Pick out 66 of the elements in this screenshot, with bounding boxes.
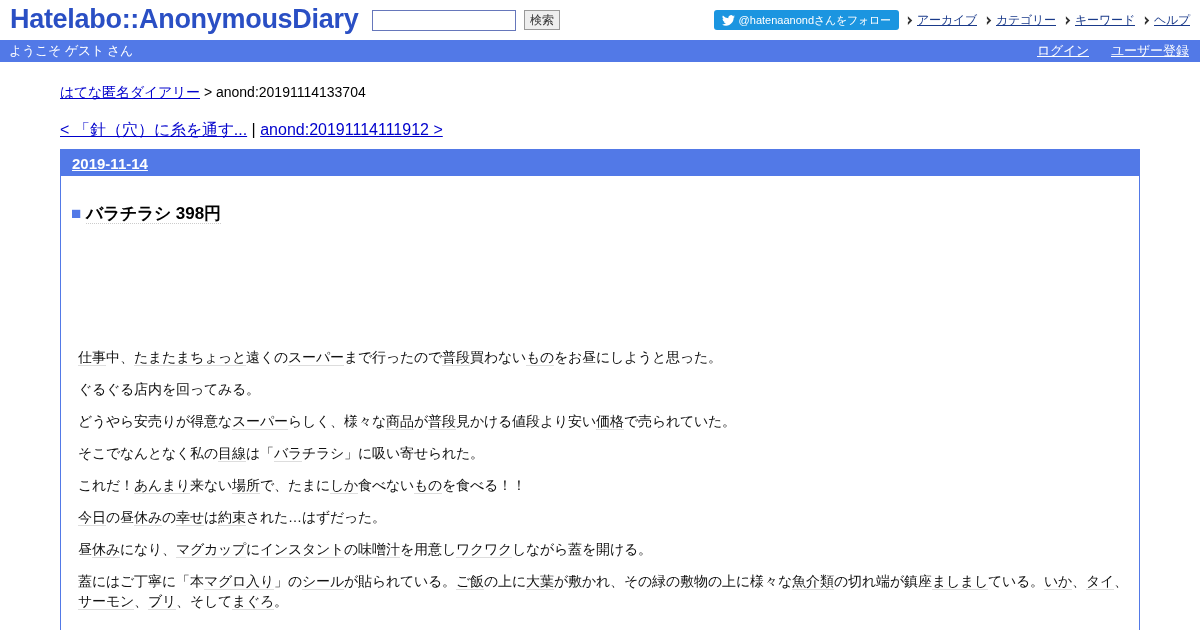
paragraph: どうやら安売りが得意なスーパー らしく、様々な商品が普段見かける値段より安い価格で売られていた。 bbox=[77, 412, 737, 431]
keyword-link[interactable]: 大葉 bbox=[526, 573, 554, 590]
nav-link[interactable]: ヘルプ bbox=[1154, 11, 1190, 29]
keyword-link[interactable]: 価格 bbox=[596, 413, 624, 430]
keyword-link[interactable]: サーモン bbox=[78, 593, 134, 610]
keyword-link[interactable]: ブリ bbox=[148, 593, 176, 610]
paragraph: これだ！あんまり来ない場所で、たまに しか食べない ものを食べる！！ bbox=[77, 476, 527, 495]
keyword-link[interactable]: しか bbox=[330, 477, 358, 494]
keyword-link[interactable]: 休み bbox=[134, 509, 162, 526]
user-link[interactable]: ログイン bbox=[1037, 42, 1089, 60]
arrow-icon bbox=[986, 15, 993, 25]
arrow-icon bbox=[1065, 15, 1072, 25]
keyword-link[interactable]: 魚介類 bbox=[792, 573, 834, 590]
keyword-link[interactable]: タイ bbox=[1086, 573, 1114, 590]
breadcrumb-link[interactable]: はてな匿名ダイアリー bbox=[60, 84, 200, 100]
bird-icon bbox=[721, 14, 735, 26]
arrow-icon bbox=[1144, 15, 1151, 25]
pager-separator: | bbox=[251, 121, 256, 138]
keyword-link[interactable]: 今日 bbox=[78, 509, 106, 526]
prev-link[interactable]: < 「針（穴）に糸を通す... bbox=[60, 121, 248, 138]
keyword-link[interactable]: 約束 bbox=[218, 509, 246, 526]
arrow-icon bbox=[907, 15, 914, 25]
section-link[interactable]: ■ bbox=[71, 204, 82, 223]
paragraph: 昼休みになり、マグカップにインスタントの味噌汁を用意し ワクワク しながら蓋を開ける。 bbox=[77, 540, 653, 559]
keyword-link[interactable]: ご飯 bbox=[456, 573, 484, 590]
section-title: バラチラシ 398円 bbox=[86, 204, 222, 224]
keyword-link[interactable]: 普段 bbox=[442, 349, 470, 366]
search-button[interactable]: 検索 bbox=[524, 10, 561, 30]
keyword-link[interactable]: スーパー bbox=[232, 413, 288, 430]
paragraph: 仕事中、たまたまちょっと遠くのスーパー まで行ったので普段買わない ものをお昼にしようと思った。 bbox=[77, 348, 723, 367]
paragraph: そこでなんとなく私の目線は「バラ チラシ」に吸い寄せられた。 bbox=[77, 444, 485, 463]
keyword-link[interactable]: ましまし bbox=[932, 573, 988, 590]
search-field[interactable] bbox=[372, 9, 517, 31]
keyword-link[interactable]: 普段 bbox=[428, 413, 456, 430]
keyword-link[interactable]: もの bbox=[414, 477, 442, 494]
keyword-link[interactable]: シール bbox=[302, 573, 344, 590]
keyword-link[interactable]: マグロ入り bbox=[204, 573, 274, 590]
keyword-link[interactable]: 仕事 bbox=[78, 349, 106, 366]
keyword-link[interactable]: バラ bbox=[274, 445, 302, 462]
keyword-link[interactable]: いか bbox=[1044, 573, 1072, 590]
keyword-link[interactable]: 休み bbox=[92, 541, 120, 558]
user-link[interactable]: ユーザー登録 bbox=[1111, 42, 1189, 60]
breadcrumb-current: > anond:20191114133704 bbox=[203, 84, 366, 100]
keyword-link[interactable]: インスタント bbox=[260, 541, 344, 558]
paragraph: 今日の昼休みの幸せは約束 された…はずだった。 bbox=[77, 508, 387, 527]
keyword-link[interactable]: スーパー bbox=[288, 349, 344, 366]
keyword-link[interactable]: ワクワク bbox=[456, 541, 512, 558]
welcome-text: ようこそ ゲスト さん bbox=[9, 42, 134, 60]
date-link[interactable]: 2019-11-14 bbox=[72, 154, 148, 172]
keyword-link[interactable]: あんまり bbox=[134, 477, 190, 494]
keyword-link[interactable]: 場所 bbox=[232, 477, 260, 494]
keyword-link[interactable]: まぐろ bbox=[232, 593, 274, 610]
nav-link[interactable]: アーカイブ bbox=[917, 11, 977, 29]
keyword-link[interactable]: もの bbox=[526, 349, 554, 366]
next-link[interactable]: anond:20191114111912 > bbox=[260, 121, 443, 138]
keyword-link[interactable]: 目線 bbox=[218, 445, 246, 462]
keyword-link[interactable]: 商品 bbox=[386, 413, 414, 430]
paragraph: 蓋にはご丁寧に「本マグロ入り」のシールが貼られている。ご飯の上に大葉が敷かれ、その緑の敷物の上に様々な魚介類の切れ端が鎮座ましまし ている。いか、タイ、 サーモン、ブリ、そして まぐろ。 bbox=[77, 572, 1129, 611]
paragraph: ぐるぐる店内を回ってみる。 bbox=[77, 380, 261, 399]
keyword-link[interactable]: 味噌汁 bbox=[358, 541, 400, 558]
keyword-link[interactable]: マグカップ bbox=[176, 541, 246, 558]
nav-link[interactable]: キーワード bbox=[1075, 11, 1135, 29]
nav-link[interactable]: カテゴリー bbox=[996, 11, 1056, 29]
keyword-link[interactable]: たまたまちょっと bbox=[134, 349, 246, 366]
site-logo[interactable]: Hatelabo::AnonymousDiary bbox=[10, 3, 359, 35]
keyword-link[interactable]: 幸せ bbox=[176, 509, 204, 526]
